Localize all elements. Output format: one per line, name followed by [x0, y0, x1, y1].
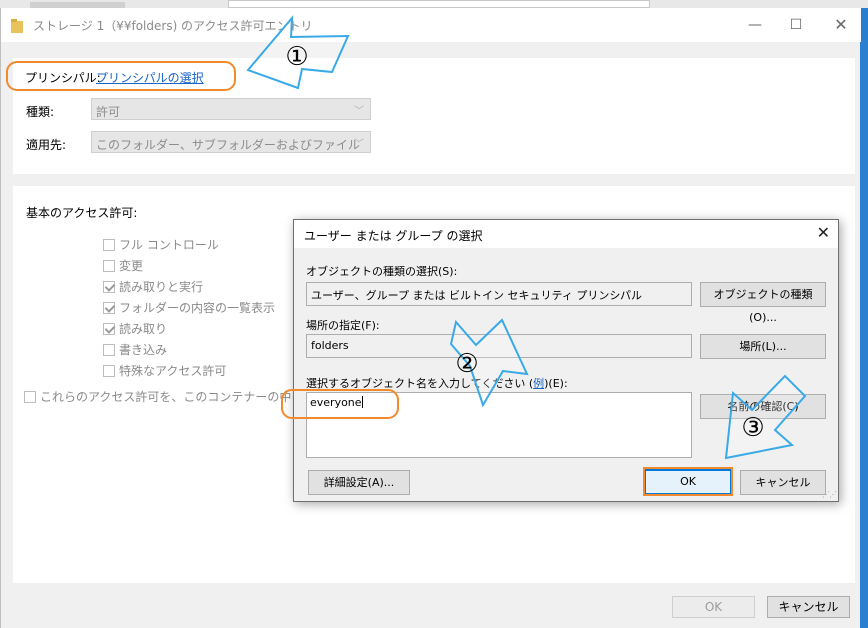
dialog-ok-button[interactable]: OK — [644, 469, 732, 495]
permission-checkbox[interactable] — [103, 260, 115, 272]
window-title: ストレージ 1（¥¥folders) のアクセス許可エントリ — [33, 19, 313, 33]
permission-row[interactable]: 特殊なアクセス許可 — [103, 362, 226, 380]
object-name-value: everyone — [310, 396, 362, 409]
dialog-title: ユーザー または グループ の選択 — [304, 229, 483, 243]
permission-label: 変更 — [119, 259, 144, 273]
object-type-label: オブジェクトの種類の選択(S): — [306, 265, 458, 278]
desktop-edge — [860, 8, 868, 628]
object-types-button[interactable]: オブジェクトの種類(O)... — [700, 282, 826, 324]
permission-checkbox[interactable] — [103, 323, 115, 335]
permission-label: 読み取り — [119, 322, 168, 336]
principal-section: プリンシパル: プリンシパルの選択 種類: 許可 ﹀ 適用先: このフォルダー、… — [13, 58, 855, 174]
resize-grip-icon[interactable]: ⋰⋰ — [822, 490, 837, 499]
location-label: 場所の指定(F): — [306, 319, 380, 332]
select-principal-link[interactable]: プリンシパルの選択 — [96, 69, 204, 86]
advanced-button[interactable]: 詳細設定(A)... — [308, 470, 410, 495]
permission-checkbox[interactable] — [103, 281, 115, 293]
enter-object-name-text: 選択するオブジェクト名を入力してください ( — [306, 377, 534, 390]
main-ok-button[interactable]: OK — [672, 596, 755, 618]
close-icon[interactable]: ✕ — [817, 223, 830, 242]
principal-label: プリンシパル: — [25, 71, 101, 85]
background-window-strip — [0, 0, 868, 8]
type-combo-value: 許可 — [96, 105, 121, 119]
location-field: folders — [306, 334, 692, 358]
permission-row[interactable]: 変更 — [103, 257, 143, 275]
folder-icon — [11, 19, 23, 33]
check-names-button[interactable]: 名前の確認(C) — [700, 394, 826, 419]
permission-row[interactable]: 書き込み — [103, 341, 167, 359]
apply-only-label: これらのアクセス許可を、このコンテナーの中にある — [40, 390, 328, 404]
basic-permissions-label: 基本のアクセス許可: — [26, 206, 138, 220]
enter-object-name-suffix: )(E): — [544, 377, 568, 390]
main-cancel-button[interactable]: キャンセル — [767, 596, 850, 618]
permission-checkbox[interactable] — [103, 344, 115, 356]
apply-only-checkbox[interactable] — [24, 391, 36, 403]
background-address-bar — [228, 0, 650, 8]
applies-to-value: このフォルダー、サブフォルダーおよびファイル — [96, 138, 360, 152]
window-titlebar: ストレージ 1（¥¥folders) のアクセス許可エントリ — ☐ ✕ — [1, 8, 861, 42]
permission-label: 読み取りと実行 — [119, 280, 204, 294]
type-combo[interactable]: 許可 ﹀ — [91, 98, 371, 120]
minimize-icon[interactable]: — — [741, 14, 769, 36]
applies-to-combo[interactable]: このフォルダー、サブフォルダーおよびファイル ﹀ — [91, 131, 371, 153]
permission-row[interactable]: フル コントロール — [103, 236, 219, 254]
permission-label: 特殊なアクセス許可 — [119, 364, 227, 378]
locations-button[interactable]: 場所(L)... — [700, 334, 826, 359]
permission-label: フォルダーの内容の一覧表示 — [119, 301, 276, 315]
dialog-cancel-button[interactable]: キャンセル — [740, 470, 826, 495]
applies-to-label: 適用先: — [26, 138, 67, 152]
permission-checkbox[interactable] — [103, 302, 115, 314]
permission-label: 書き込み — [119, 343, 168, 357]
object-type-field: ユーザー、グループ または ビルトイン セキュリティ プリンシパル — [306, 282, 692, 306]
apply-only-checkbox-row[interactable]: これらのアクセス許可を、このコンテナーの中にある — [24, 388, 327, 406]
permission-row[interactable]: 読み取りと実行 — [103, 278, 203, 296]
chevron-down-icon: ﹀ — [354, 106, 364, 117]
chevron-down-icon: ﹀ — [354, 139, 364, 150]
maximize-icon[interactable]: ☐ — [782, 14, 810, 36]
permission-row[interactable]: フォルダーの内容の一覧表示 — [103, 299, 275, 317]
permission-label: フル コントロール — [119, 238, 219, 252]
object-name-input[interactable]: everyone — [306, 392, 692, 458]
dialog-titlebar: ユーザー または グループ の選択 ✕ — [294, 220, 838, 248]
permission-row[interactable]: 読み取り — [103, 320, 167, 338]
enter-object-name-label: 選択するオブジェクト名を入力してください (例)(E): — [306, 375, 568, 391]
text-caret — [361, 396, 363, 408]
permission-checkbox[interactable] — [103, 239, 115, 251]
examples-link[interactable]: 例 — [533, 377, 544, 390]
type-label: 種類: — [26, 105, 55, 119]
close-icon[interactable]: ✕ — [827, 14, 855, 36]
permission-checkbox[interactable] — [103, 365, 115, 377]
select-users-dialog: ユーザー または グループ の選択 ✕ オブジェクトの種類の選択(S): ユーザ… — [293, 219, 839, 502]
